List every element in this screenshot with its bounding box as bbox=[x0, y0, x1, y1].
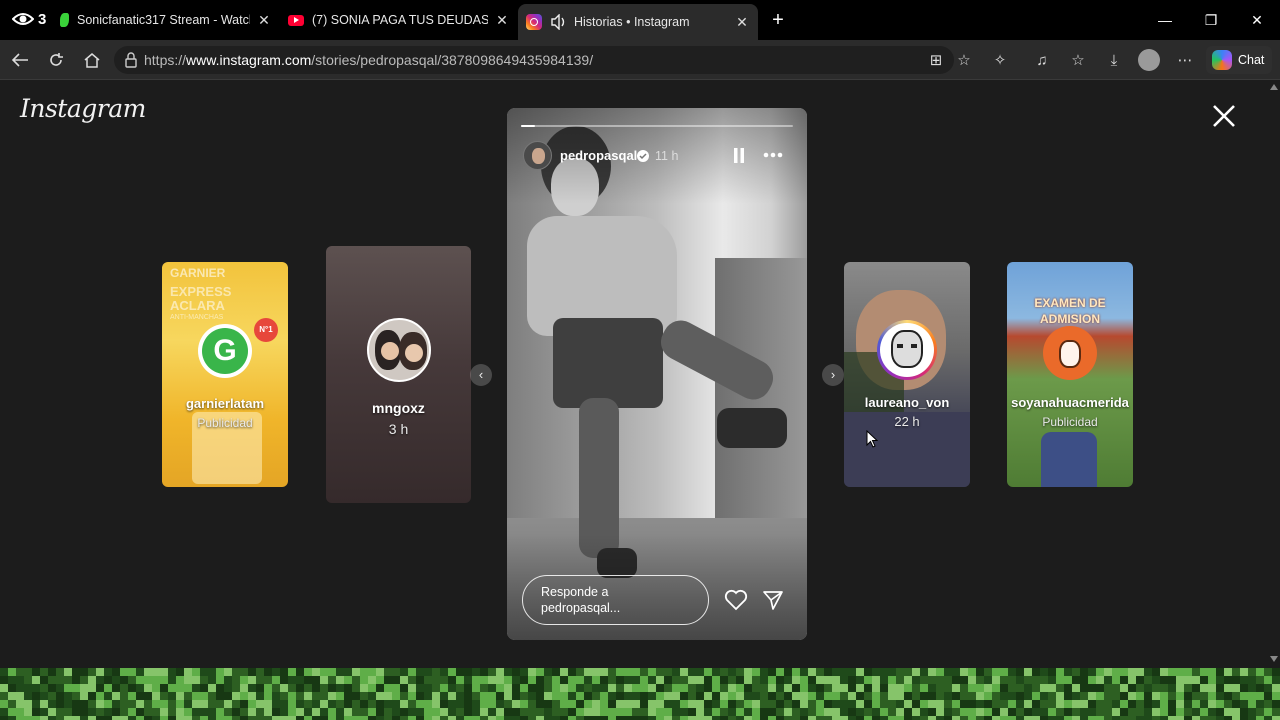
reply-input[interactable]: Responde a pedropasqal... bbox=[522, 575, 709, 625]
url-host: www.instagram.com bbox=[186, 52, 312, 68]
next-story-button[interactable]: › bbox=[822, 364, 844, 386]
url-path: /stories/pedropasqal/3878098649435984139… bbox=[311, 52, 594, 68]
previous-story-button[interactable]: ‹ bbox=[470, 364, 492, 386]
close-stories-icon[interactable] bbox=[1210, 102, 1238, 130]
viewer-count: 3 bbox=[38, 10, 47, 28]
avatar bbox=[1043, 326, 1097, 380]
story-vignette bbox=[507, 108, 807, 640]
story-card-garnierlatam[interactable]: GARNIER EXPRESS ACLARA ANTI-MANCHAS N°1 … bbox=[162, 262, 288, 487]
downloads-icon[interactable]: ⤓ bbox=[1102, 48, 1126, 72]
copilot-icon bbox=[1212, 50, 1232, 70]
close-tab-icon[interactable]: ✕ bbox=[256, 12, 272, 29]
pause-icon[interactable] bbox=[733, 148, 745, 163]
story-subtext: Publicidad bbox=[1042, 415, 1098, 429]
browser-tab-bar: 3 Sonicfanatic317 Stream - Watch Li ✕ (7… bbox=[0, 0, 1280, 40]
story-username[interactable]: pedropasqal bbox=[560, 148, 637, 163]
viewer-indicator[interactable]: 3 bbox=[12, 8, 46, 30]
story-time: 11 h bbox=[655, 149, 679, 163]
url-field[interactable]: https://www.instagram.com/stories/pedrop… bbox=[114, 46, 954, 74]
product-text: ANTI-MANCHAS bbox=[170, 314, 224, 321]
heart-icon[interactable] bbox=[724, 589, 748, 611]
garnier-g-icon: G bbox=[213, 334, 237, 367]
poster-text: ADMISION bbox=[1040, 312, 1100, 326]
reload-button[interactable] bbox=[44, 48, 68, 72]
scroll-up-icon[interactable] bbox=[1270, 84, 1278, 90]
story-card-laureano_von[interactable]: laureano_von 22 h bbox=[844, 262, 970, 487]
address-bar-row: https://www.instagram.com/stories/pedrop… bbox=[0, 40, 1280, 80]
url-text: https://www.instagram.com/stories/pedrop… bbox=[144, 52, 593, 68]
tab-title: (7) SONIA PAGA TUS DEUDAS - Yo bbox=[312, 13, 488, 27]
tab-instagram[interactable]: Historias • Instagram ✕ bbox=[518, 4, 758, 40]
instagram-stories-page: Instagram GARNIER EXPRESS ACLARA ANTI-MA… bbox=[0, 80, 1268, 668]
profile-avatar[interactable] bbox=[1137, 48, 1161, 72]
send-icon[interactable] bbox=[762, 589, 784, 611]
more-options-icon[interactable] bbox=[763, 152, 783, 158]
story-username: laureano_von bbox=[864, 395, 950, 410]
speaker-icon[interactable] bbox=[550, 14, 568, 30]
lock-icon bbox=[125, 52, 137, 68]
story-subtext: 3 h bbox=[388, 421, 409, 437]
home-icon bbox=[84, 53, 100, 68]
story-username: mngoxz bbox=[372, 400, 425, 416]
green-brand-icon bbox=[60, 13, 69, 27]
page-scrollbar[interactable] bbox=[1268, 80, 1280, 668]
back-button[interactable] bbox=[8, 48, 32, 72]
eye-icon bbox=[12, 13, 34, 25]
reply-placeholder-line: Responde a bbox=[541, 585, 609, 599]
story-progress-bar bbox=[521, 125, 793, 127]
story-username: soyanahuacmerida bbox=[1011, 395, 1129, 410]
story-username: garnierlatam bbox=[185, 396, 265, 411]
chat-label: Chat bbox=[1238, 53, 1265, 67]
reply-placeholder-line: pedropasqal... bbox=[541, 601, 621, 615]
story-card-mngoxz[interactable]: mngoxz 3 h bbox=[326, 246, 471, 503]
profile-icon bbox=[1138, 49, 1160, 71]
close-tab-icon[interactable]: ✕ bbox=[734, 14, 750, 31]
tab-sonicfanatic[interactable]: Sonicfanatic317 Stream - Watch Li ✕ bbox=[52, 6, 280, 34]
brand-text: GARNIER bbox=[170, 266, 226, 280]
minimize-button[interactable]: — bbox=[1142, 8, 1188, 32]
media-control-icon[interactable]: ♫ bbox=[1030, 48, 1054, 72]
person bbox=[1041, 432, 1097, 487]
tab-youtube[interactable]: (7) SONIA PAGA TUS DEUDAS - Yo ✕ bbox=[280, 6, 518, 34]
product-text: ACLARA bbox=[170, 298, 225, 313]
story-subtext: Publicidad bbox=[197, 416, 253, 430]
avatar: G bbox=[198, 324, 252, 378]
tab-title: Sonicfanatic317 Stream - Watch Li bbox=[77, 13, 250, 27]
story-progress-fill bbox=[521, 125, 535, 127]
chevron-right-icon: › bbox=[830, 367, 836, 382]
product-text: EXPRESS bbox=[170, 284, 232, 299]
close-window-button[interactable]: ✕ bbox=[1234, 8, 1280, 32]
story-subtext: 22 h bbox=[894, 414, 920, 429]
favorites-icon[interactable]: ☆ bbox=[1066, 48, 1090, 72]
extensions-icon[interactable]: ✧ bbox=[988, 48, 1012, 72]
more-menu-icon[interactable]: ⋯ bbox=[1173, 48, 1197, 72]
badge-n1: N°1 bbox=[254, 318, 278, 342]
poster-text: EXAMEN DE bbox=[1034, 296, 1106, 310]
chevron-left-icon: ‹ bbox=[478, 367, 484, 382]
favorite-star-icon[interactable]: ☆ bbox=[952, 48, 976, 72]
app-available-icon[interactable]: ⊞ bbox=[924, 48, 948, 72]
story-card-soyanahuacmerida[interactable]: EXAMEN DE ADMISION soyanahuacmerida Publ… bbox=[1007, 262, 1133, 487]
new-tab-button[interactable]: + bbox=[764, 8, 792, 32]
reload-icon bbox=[50, 53, 63, 66]
avatar-ring bbox=[877, 320, 937, 380]
close-tab-icon[interactable]: ✕ bbox=[494, 12, 510, 29]
instagram-icon bbox=[526, 14, 542, 30]
pixel-art-strip bbox=[0, 668, 1280, 720]
tab-title: Historias • Instagram bbox=[574, 15, 690, 29]
verified-badge-icon bbox=[637, 150, 649, 162]
avatar bbox=[367, 318, 431, 382]
url-prefix: https:// bbox=[144, 52, 187, 68]
home-button[interactable] bbox=[80, 48, 104, 72]
back-arrow-icon bbox=[11, 53, 28, 67]
scroll-down-icon[interactable] bbox=[1270, 656, 1278, 662]
youtube-icon bbox=[288, 14, 304, 26]
instagram-logo[interactable]: Instagram bbox=[20, 94, 146, 123]
story-avatar[interactable] bbox=[523, 141, 552, 170]
mouse-cursor-icon bbox=[866, 430, 878, 448]
copilot-chat-button[interactable]: Chat bbox=[1206, 46, 1272, 74]
active-story[interactable]: pedropasqal 11 h Responde a pedropasqal.… bbox=[507, 108, 807, 640]
restore-button[interactable]: ❐ bbox=[1188, 8, 1234, 32]
